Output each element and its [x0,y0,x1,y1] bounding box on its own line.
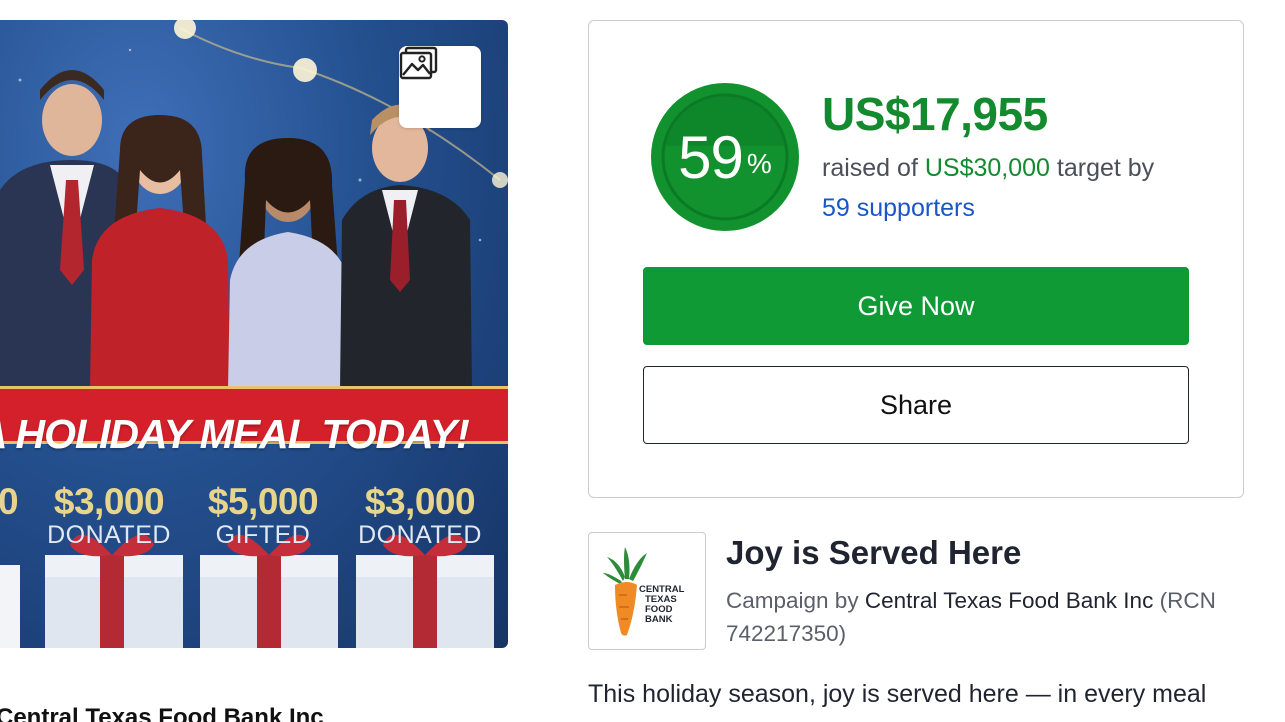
campaign-hero-image[interactable]: A HOLIDAY MEAL TODAY! 0 $3,000 DONATED $… [0,20,508,648]
hero-stat-2: $5,000 GIFTED [198,481,328,549]
hero-stat-amount: $3,000 [364,481,476,522]
progress-percent: 59 % [650,82,800,232]
hero-stat-label: DONATED [47,521,171,549]
progress-percent-value: 59 [678,123,744,191]
campaign-by-prefix: Campaign by [726,588,865,613]
donation-card: 59 % US$17,955 raised of US$30,000 targe… [588,20,1244,498]
image-gallery-icon [399,46,438,80]
campaign-title: Joy is Served Here [726,534,1022,571]
raised-summary: raised of US$30,000 target by 59 support… [822,148,1222,228]
organization-name-peek: Central Texas Food Bank Inc [0,704,324,722]
hero-stat-amount: 0 [0,481,19,522]
campaign-page: A HOLIDAY MEAL TODAY! 0 $3,000 DONATED $… [0,0,1285,722]
raised-of-text: raised of [822,154,925,182]
progress-percent-sign: % [746,148,772,179]
hero-stat-partial: 0 [0,481,19,522]
logo-text-line: BANK [645,614,673,625]
hero-stat-label: GIFTED [215,521,311,549]
share-button[interactable]: Share [643,366,1189,444]
gallery-button[interactable] [399,46,481,128]
supporters-link[interactable]: 59 supporters [822,194,975,222]
organization-logo[interactable]: CENTRAL TEXAS FOOD BANK [588,532,706,650]
goal-amount: US$30,000 [924,154,1050,182]
give-now-button[interactable]: Give Now [643,267,1189,345]
hero-stat-1: $3,000 DONATED [44,481,174,549]
campaign-organization-link[interactable]: Central Texas Food Bank Inc [865,588,1154,613]
organization-logo-text: CENTRAL TEXAS FOOD BANK [639,585,684,625]
target-by-text: target by [1049,154,1155,182]
campaign-by-line: Campaign by Central Texas Food Bank Inc … [726,584,1246,650]
hero-stat-amount: $3,000 [53,481,165,522]
campaign-description: This holiday season, joy is served here … [588,680,1207,708]
raised-amount: US$17,955 [822,88,1048,140]
hero-stat-amount: $5,000 [207,481,319,522]
hero-banner-text: A HOLIDAY MEAL TODAY! [0,410,470,457]
hero-stat-3: $3,000 DONATED [355,481,485,549]
hero-stat-label: DONATED [358,521,482,549]
